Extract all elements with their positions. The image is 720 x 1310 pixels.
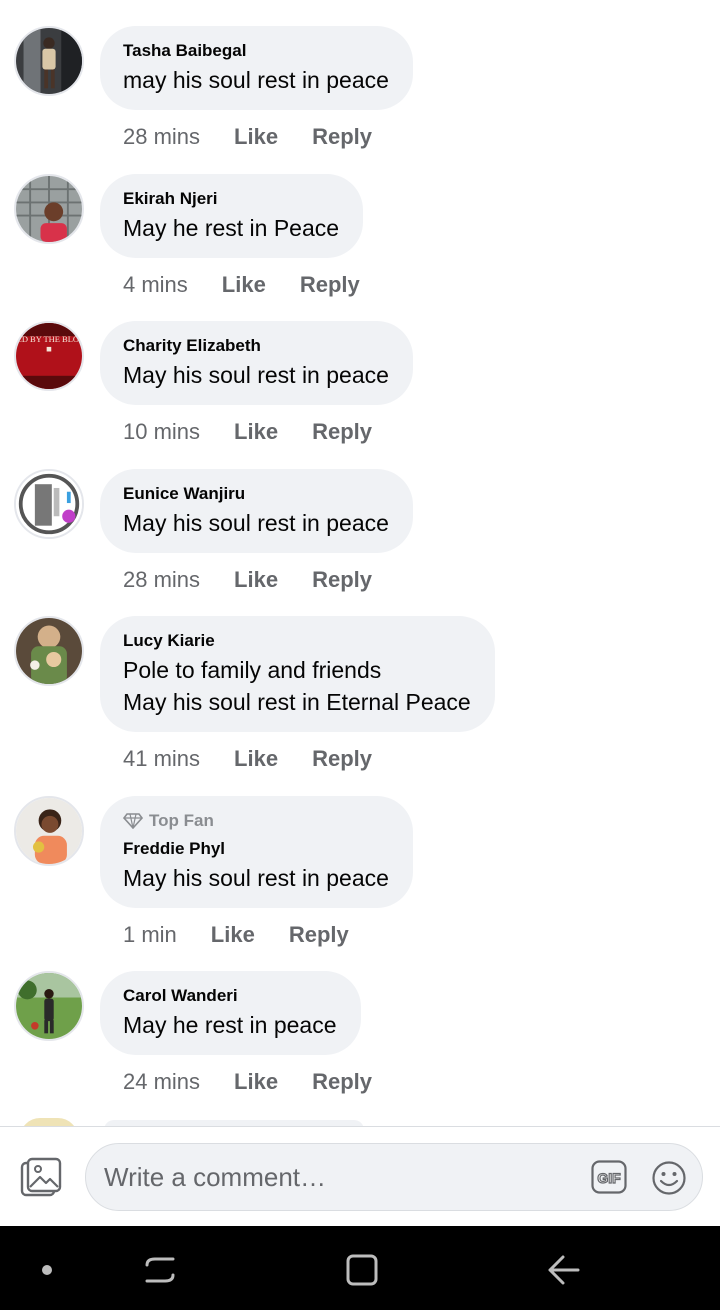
comment-bubble[interactable]: Ekirah Njeri May he rest in Peace <box>100 174 364 258</box>
comment-bubble[interactable]: Tasha Baibegal may his soul rest in peac… <box>100 26 413 110</box>
avatar[interactable] <box>20 1118 78 1126</box>
comment-meta: 4 mins Like Reply <box>123 271 360 299</box>
comment-meta: 28 mins Like Reply <box>123 566 372 594</box>
comment-bubble[interactable]: Carol Wanderi May he rest in peace <box>100 971 361 1055</box>
comment-time[interactable]: 1 min <box>123 921 177 949</box>
comment-meta: 10 mins Like Reply <box>123 418 372 446</box>
like-button[interactable]: Like <box>234 566 278 594</box>
emoji-icon[interactable] <box>651 1160 687 1196</box>
reply-button[interactable]: Reply <box>312 745 372 773</box>
comment-author[interactable]: Eunice Wanjiru <box>123 483 389 505</box>
gif-icon[interactable]: GIF <box>591 1160 627 1194</box>
like-button[interactable]: Like <box>234 1068 278 1096</box>
comment-composer: GIF <box>0 1126 720 1226</box>
avatar[interactable] <box>14 796 84 866</box>
comment-text: May he rest in Peace <box>123 215 340 241</box>
reply-button[interactable]: Reply <box>312 566 372 594</box>
like-button[interactable]: Like <box>234 123 278 151</box>
avatar[interactable] <box>14 616 84 686</box>
comment-input-container[interactable]: GIF <box>85 1143 703 1211</box>
like-button[interactable]: Like <box>234 418 278 446</box>
comment-meta: 41 mins Like Reply <box>123 745 372 773</box>
like-button[interactable]: Like <box>222 271 266 299</box>
comment-time[interactable]: 41 mins <box>123 745 200 773</box>
comment-author[interactable]: Carol Wanderi <box>123 985 337 1007</box>
back-icon[interactable] <box>545 1253 581 1287</box>
comment-bubble[interactable]: Lucy Kiarie Pole to family and friends M… <box>100 616 495 732</box>
comment-input[interactable] <box>104 1144 574 1210</box>
like-button[interactable]: Like <box>234 745 278 773</box>
comment-time[interactable]: 4 mins <box>123 271 188 299</box>
svg-text:GIF: GIF <box>597 1170 621 1186</box>
comment-author[interactable]: Ekirah Njeri <box>123 188 339 210</box>
comment-author[interactable]: Tasha Baibegal <box>123 40 389 62</box>
comment-meta: 24 mins Like Reply <box>123 1068 372 1096</box>
comments-feed[interactable]: Tasha Baibegal may his soul rest in peac… <box>0 0 720 1126</box>
comment-text: May he rest in peace <box>123 1012 337 1038</box>
comment-time[interactable]: 10 mins <box>123 418 200 446</box>
nav-dot-icon[interactable] <box>42 1265 52 1275</box>
avatar[interactable]: I AM COVERED BY THE BLOOD OF JESUS ■ <box>14 321 84 391</box>
comment-bubble[interactable]: Eunice Wanjiru May his soul rest in peac… <box>100 469 413 553</box>
home-icon[interactable] <box>345 1253 379 1287</box>
comment-time[interactable]: 28 mins <box>123 566 200 594</box>
reply-button[interactable]: Reply <box>312 123 372 151</box>
comment-time[interactable]: 28 mins <box>123 123 200 151</box>
comment-text: may his soul rest in peace <box>123 67 389 93</box>
comment-author[interactable]: Charity Elizabeth <box>123 335 389 357</box>
photo-icon[interactable] <box>20 1157 62 1197</box>
comment-meta: 28 mins Like Reply <box>123 123 372 151</box>
avatar-text: I AM COVERED BY THE BLOOD OF JESUS <box>16 334 82 344</box>
avatar[interactable] <box>14 971 84 1041</box>
comment-meta: 1 min Like Reply <box>123 921 349 949</box>
comment-author[interactable]: Freddie Phyl <box>123 838 389 860</box>
avatar[interactable] <box>14 469 84 539</box>
reply-button[interactable]: Reply <box>300 271 360 299</box>
comment-text: Pole to family and friends May his soul … <box>123 657 471 715</box>
comment-text: May his soul rest in peace <box>123 510 389 536</box>
avatar[interactable] <box>14 174 84 244</box>
comment-bubble[interactable]: Top Fan Freddie Phyl May his soul rest i… <box>100 796 413 908</box>
reply-button[interactable]: Reply <box>312 418 372 446</box>
diamond-icon <box>123 813 143 829</box>
comment-bubble[interactable]: Charity Elizabeth May his soul rest in p… <box>100 321 413 405</box>
comment-time[interactable]: 24 mins <box>123 1068 200 1096</box>
avatar[interactable] <box>14 26 84 96</box>
comment-author[interactable]: Lucy Kiarie <box>123 630 471 652</box>
system-nav-bar <box>0 1226 720 1310</box>
svg-text:■: ■ <box>46 345 52 355</box>
like-button[interactable]: Like <box>211 921 255 949</box>
top-fan-badge: Top Fan <box>123 810 389 832</box>
reply-button[interactable]: Reply <box>312 1068 372 1096</box>
comment-text: May his soul rest in peace <box>123 362 389 388</box>
top-fan-label: Top Fan <box>149 811 214 830</box>
recent-apps-icon[interactable] <box>143 1253 177 1287</box>
reply-button[interactable]: Reply <box>289 921 349 949</box>
comment-text: May his soul rest in peace <box>123 865 389 891</box>
